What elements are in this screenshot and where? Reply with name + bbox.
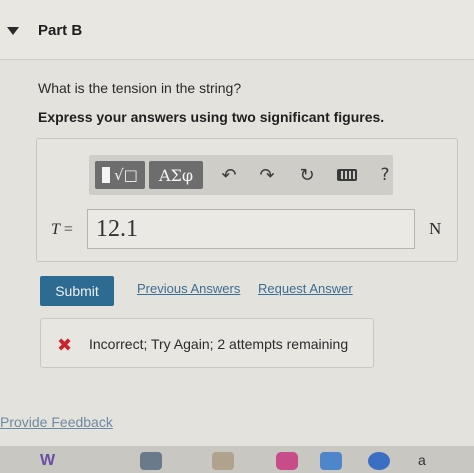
app-folder-icon[interactable] bbox=[212, 452, 234, 470]
keyboard-icon[interactable] bbox=[333, 161, 361, 189]
taskbar: W a bbox=[0, 446, 474, 473]
variable-symbol: T bbox=[51, 221, 60, 238]
instagram-icon[interactable] bbox=[276, 452, 298, 470]
question-instruction: Express your answers using two significa… bbox=[38, 109, 385, 125]
mail-icon[interactable] bbox=[320, 452, 342, 470]
caret-down-icon[interactable] bbox=[7, 27, 19, 35]
feedback-panel: ✖ Incorrect; Try Again; 2 attempts remai… bbox=[40, 318, 374, 368]
app-window-icon[interactable] bbox=[140, 452, 162, 470]
unit-label: N bbox=[429, 219, 442, 238]
greek-letters-icon[interactable]: ΑΣφ bbox=[149, 161, 203, 189]
equals-sign: = bbox=[63, 221, 73, 238]
template-block-icon bbox=[102, 167, 111, 183]
math-toolbar: √□ ΑΣφ ↶ ↷ ↻ ? bbox=[89, 155, 393, 195]
undo-icon[interactable]: ↶ bbox=[215, 161, 243, 189]
help-icon[interactable]: ? bbox=[371, 161, 399, 189]
variable-label: T = bbox=[51, 221, 73, 239]
answer-panel: √□ ΑΣφ ↶ ↷ ↻ ? T = N bbox=[36, 138, 458, 262]
request-answer-link[interactable]: Request Answer bbox=[258, 281, 353, 296]
templates-icon[interactable]: √□ bbox=[95, 161, 145, 189]
facebook-icon[interactable] bbox=[368, 452, 390, 470]
reset-icon[interactable]: ↻ bbox=[293, 161, 321, 189]
part-title: Part B bbox=[38, 22, 83, 39]
provide-feedback-link[interactable]: Provide Feedback bbox=[0, 414, 113, 430]
previous-answers-link[interactable]: Previous Answers bbox=[137, 281, 240, 296]
redo-icon[interactable]: ↷ bbox=[253, 161, 281, 189]
part-header[interactable]: Part B bbox=[0, 0, 474, 60]
template-label: √□ bbox=[114, 166, 138, 184]
question-prompt: What is the tension in the string? bbox=[38, 80, 242, 96]
app-w-icon[interactable]: W bbox=[40, 452, 64, 470]
submit-button[interactable]: Submit bbox=[40, 276, 114, 306]
incorrect-x-icon: ✖ bbox=[57, 335, 73, 356]
feedback-message: Incorrect; Try Again; 2 attempts remaini… bbox=[89, 336, 349, 352]
app-a-icon[interactable]: a bbox=[418, 452, 432, 470]
answer-input[interactable] bbox=[87, 209, 415, 249]
